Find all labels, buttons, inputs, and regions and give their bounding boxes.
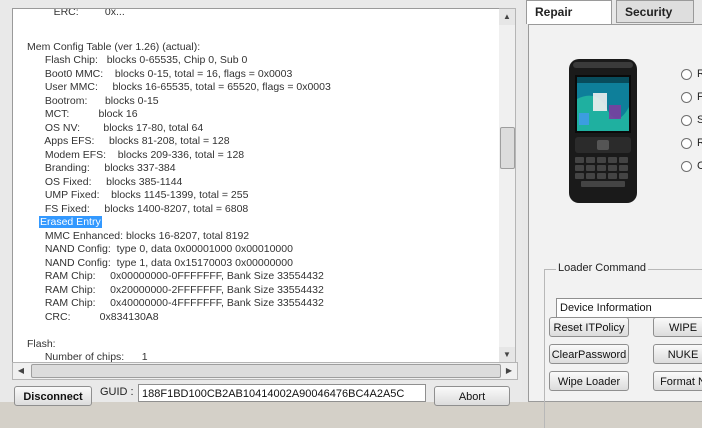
log-line: Branding: blocks 337-384 bbox=[39, 162, 176, 175]
mode-radio-label: C bbox=[697, 160, 702, 172]
abort-button[interactable]: Abort bbox=[434, 386, 510, 406]
format-button[interactable]: Format N bbox=[653, 371, 702, 391]
guid-label: GUID : bbox=[100, 386, 134, 398]
log-line: RAM Chip: 0x40000000-4FFFFFFF, Bank Size… bbox=[39, 297, 324, 310]
log-panel: ERC: 0x... Mem Config Table (ver 1.26) (a… bbox=[0, 0, 523, 380]
log-line: NAND Config: type 0, data 0x00001000 0x0… bbox=[39, 243, 293, 256]
scroll-left-icon[interactable]: ◀ bbox=[13, 363, 29, 379]
mode-radio-label: F bbox=[697, 91, 702, 103]
log-line-selected: Erased Entry bbox=[39, 216, 102, 229]
log-line: NAND Config: type 1, data 0x15170003 0x0… bbox=[39, 257, 293, 270]
log-line: Boot0 MMC: blocks 0-15, total = 16, flag… bbox=[39, 68, 292, 81]
log-line: Apps EFS: blocks 81-208, total = 128 bbox=[39, 135, 230, 148]
log-line-text: Erased Entry bbox=[39, 216, 102, 228]
log-line-text: Flash Chip: blocks 0-65535, Chip 0, Sub … bbox=[39, 54, 248, 66]
mode-radio-label: R bbox=[697, 137, 702, 149]
log-line-text: ERC: 0x... bbox=[39, 8, 125, 18]
mode-radio[interactable] bbox=[681, 138, 692, 149]
log-line-text: FS Fixed: blocks 1400-8207, total = 6808 bbox=[39, 202, 249, 215]
log-line: CRC: 0x834130A8 bbox=[39, 311, 159, 324]
log-line-text: MCT: block 16 bbox=[39, 108, 138, 120]
tab-bar: Repair Mode Security bbox=[522, 0, 702, 41]
log-line-text: Bootrom: blocks 0-15 bbox=[39, 94, 159, 107]
log-line: OS NV: blocks 17-80, total 64 bbox=[39, 122, 203, 135]
log-line: OS Fixed: blocks 385-1144 bbox=[39, 175, 183, 189]
log-line: FS Fixed: blocks 1400-8207, total = 6808 bbox=[39, 203, 248, 216]
log-line: Flash: bbox=[27, 338, 56, 351]
log-line: MMC Enhanced: blocks 16-8207, total 8192 bbox=[39, 230, 249, 243]
log-line: ERC: 0x... bbox=[39, 8, 125, 19]
log-line: MCT: block 16 bbox=[39, 108, 138, 121]
guid-field[interactable]: 188F1BD100CB2AB10414002A90046476BC4A2A5C bbox=[138, 384, 426, 402]
log-line: Modem EFS: blocks 209-336, total = 128 bbox=[39, 149, 244, 162]
log-line-text: User MMC: blocks 16-65535, total = 65520… bbox=[39, 81, 331, 93]
log-line-text: OS NV: blocks 17-80, total 64 bbox=[39, 121, 204, 134]
log-line-text: CRC: 0x834130A8 bbox=[39, 310, 159, 323]
log-line-text: Modem EFS: blocks 209-336, total = 128 bbox=[39, 148, 245, 161]
log-line: User MMC: blocks 16-65535, total = 65520… bbox=[39, 81, 331, 94]
disconnect-button[interactable]: Disconnect bbox=[14, 386, 92, 406]
log-line: UMP Fixed: blocks 1145-1399, total = 255 bbox=[39, 189, 249, 202]
log-line: Mem Config Table (ver 1.26) (actual): bbox=[27, 41, 200, 54]
mode-radio[interactable] bbox=[681, 92, 692, 103]
tab-security[interactable]: Security bbox=[616, 0, 694, 23]
scroll-right-icon[interactable]: ▶ bbox=[501, 363, 517, 379]
log-line-text: Mem Config Table (ver 1.26) (actual): bbox=[27, 40, 201, 53]
clear-password-button[interactable]: ClearPassword bbox=[549, 344, 629, 364]
log-output[interactable]: ERC: 0x... Mem Config Table (ver 1.26) (a… bbox=[12, 8, 500, 363]
log-line-text: OS Fixed: blocks 385-1144 bbox=[39, 175, 183, 188]
horizontal-scrollbar[interactable]: ◀ ▶ bbox=[12, 362, 518, 380]
log-line: Flash Chip: blocks 0-65535, Chip 0, Sub … bbox=[39, 54, 248, 67]
log-line-text: RAM Chip: 0x20000000-2FFFFFFF, Bank Size… bbox=[39, 283, 324, 296]
nuke-button[interactable]: NUKE bbox=[653, 344, 702, 364]
loader-command-select[interactable]: Device Information bbox=[556, 298, 702, 318]
loader-command-title: Loader Command bbox=[556, 262, 649, 274]
reset-itpolicy-button[interactable]: Reset ITPolicy bbox=[549, 317, 629, 337]
mode-radio[interactable] bbox=[681, 69, 692, 80]
log-line-text: Boot0 MMC: blocks 0-15, total = 16, flag… bbox=[39, 67, 293, 80]
log-line-text: Branding: blocks 337-384 bbox=[39, 162, 176, 174]
repair-mode-panel: RFSRC Loader Command Device Information … bbox=[528, 24, 702, 428]
phone-image bbox=[569, 59, 637, 203]
mode-radio[interactable] bbox=[681, 115, 692, 126]
vertical-scrollbar[interactable]: ▲ ▼ bbox=[499, 8, 516, 364]
scroll-down-icon[interactable]: ▼ bbox=[499, 347, 515, 363]
log-line-text: Apps EFS: blocks 81-208, total = 128 bbox=[39, 135, 230, 147]
mode-radio-label: R bbox=[697, 68, 702, 80]
mode-radio[interactable] bbox=[681, 161, 692, 172]
wipe-button[interactable]: WIPE bbox=[653, 317, 702, 337]
log-line-text: NAND Config: type 1, data 0x15170003 0x0… bbox=[39, 256, 293, 269]
log-line: RAM Chip: 0x20000000-2FFFFFFF, Bank Size… bbox=[39, 284, 324, 297]
log-line-text: NAND Config: type 0, data 0x00001000 0x0… bbox=[39, 243, 293, 255]
tab-repair-mode[interactable]: Repair Mode bbox=[526, 0, 612, 41]
log-line: Bootrom: blocks 0-15 bbox=[39, 95, 159, 108]
log-line: RAM Chip: 0x00000000-0FFFFFFF, Bank Size… bbox=[39, 270, 324, 283]
log-line-text: UMP Fixed: blocks 1145-1399, total = 255 bbox=[39, 189, 249, 201]
mode-radio-label: S bbox=[697, 114, 702, 126]
bottom-bar: Disconnect GUID : 188F1BD100CB2AB1041400… bbox=[0, 380, 522, 406]
log-line-text: MMC Enhanced: blocks 16-8207, total 8192 bbox=[39, 229, 250, 242]
log-line-text: Flash: bbox=[27, 337, 56, 350]
log-line-text: RAM Chip: 0x40000000-4FFFFFFF, Bank Size… bbox=[39, 297, 324, 309]
scroll-up-icon[interactable]: ▲ bbox=[499, 9, 515, 25]
wipe-loader-button[interactable]: Wipe Loader bbox=[549, 371, 629, 391]
vertical-scroll-thumb[interactable] bbox=[500, 127, 515, 169]
right-pane: Repair Mode Security bbox=[522, 0, 702, 428]
log-line-text: RAM Chip: 0x00000000-0FFFFFFF, Bank Size… bbox=[39, 270, 324, 282]
horizontal-scroll-thumb[interactable] bbox=[31, 364, 501, 378]
